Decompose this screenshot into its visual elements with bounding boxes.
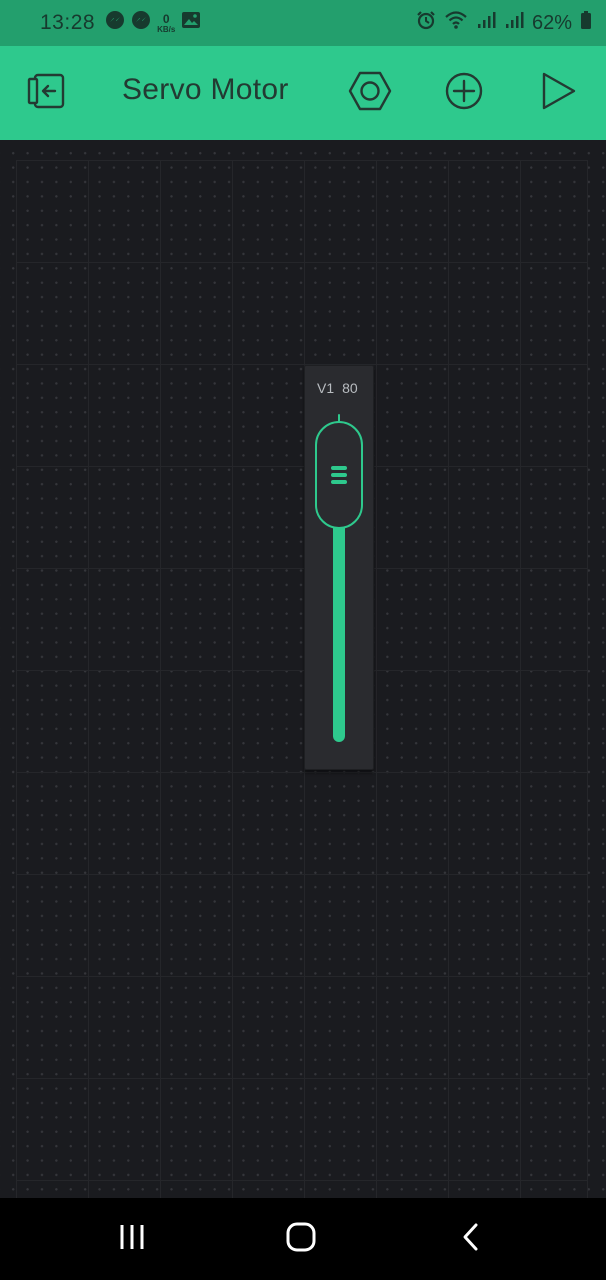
system-nav-bar	[0, 1198, 606, 1280]
recents-icon	[117, 1223, 147, 1256]
slider-value: 80	[342, 380, 358, 396]
grip-icon	[331, 466, 347, 484]
notification-icons: 0 KB/s	[105, 10, 201, 36]
settings-hex-icon	[348, 69, 392, 118]
play-button[interactable]	[528, 63, 588, 123]
battery-percentage: 62%	[531, 11, 572, 34]
add-circle-icon	[442, 69, 486, 118]
exit-icon	[25, 69, 69, 118]
recents-button[interactable]	[102, 1216, 162, 1262]
net-speed-value: 0	[162, 11, 170, 26]
back-button[interactable]	[441, 1216, 501, 1262]
signal-icon	[504, 10, 524, 36]
alarm-icon	[416, 10, 436, 36]
signal-icon	[476, 10, 496, 36]
messenger-icon	[105, 10, 125, 36]
widget-canvas[interactable]	[0, 140, 606, 1200]
app-header: Servo Motor	[0, 46, 606, 140]
gallery-icon	[181, 11, 201, 35]
play-icon	[536, 69, 580, 118]
battery-icon	[580, 10, 592, 36]
status-bar: 13:28 0 KB/s 62%	[0, 0, 606, 46]
status-right-icons: 62%	[416, 10, 592, 36]
back-icon	[459, 1222, 483, 1257]
net-speed-indicator: 0 KB/s	[157, 13, 175, 34]
canvas-grid	[16, 160, 588, 1200]
home-icon	[285, 1221, 317, 1258]
exit-button[interactable]	[17, 63, 77, 123]
wifi-icon	[444, 10, 468, 36]
slider-pin: V1	[317, 380, 335, 396]
slider-label: V1 80	[317, 380, 358, 396]
slider-thumb[interactable]	[315, 421, 363, 529]
status-time: 13:28	[40, 11, 96, 34]
net-speed-unit: KB/s	[157, 24, 176, 34]
messenger-icon	[131, 10, 151, 36]
settings-button[interactable]	[340, 63, 400, 123]
home-button[interactable]	[271, 1216, 331, 1262]
page-title: Servo Motor	[122, 73, 289, 106]
vertical-slider-widget[interactable]: V1 80	[304, 365, 374, 770]
add-widget-button[interactable]	[434, 63, 494, 123]
